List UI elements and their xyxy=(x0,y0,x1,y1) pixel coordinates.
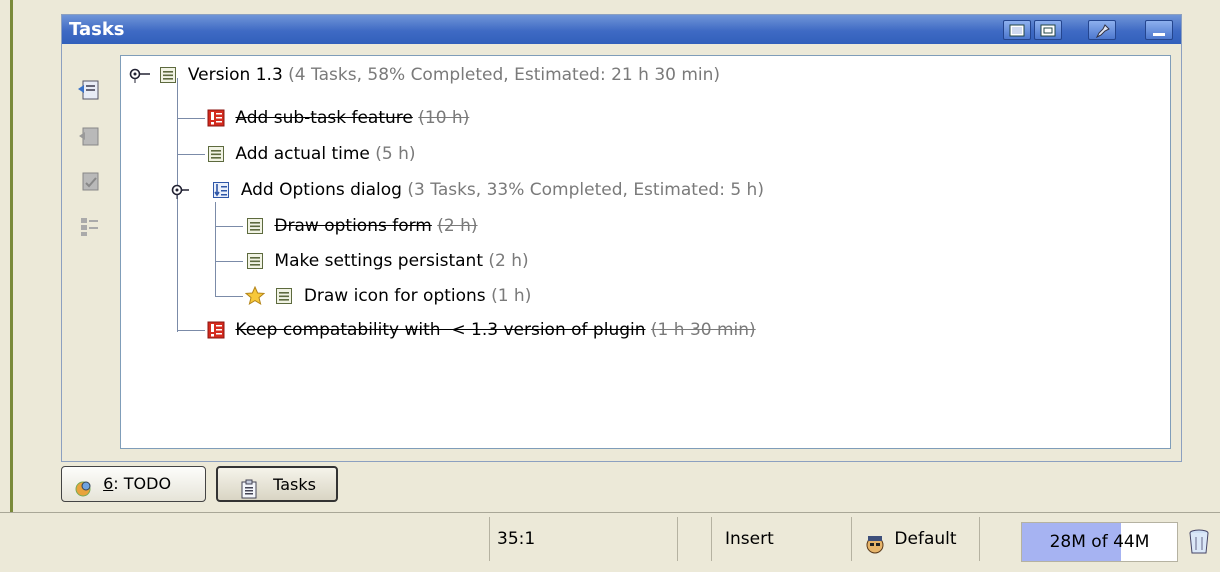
status-divider xyxy=(979,517,988,561)
inspector-icon xyxy=(864,528,886,554)
tree-node-detail: (2 h) xyxy=(437,216,478,236)
sorted-task-group-icon xyxy=(212,181,230,199)
task-icon xyxy=(275,287,293,305)
tree-node-label: Draw options form xyxy=(274,216,432,236)
left-edge xyxy=(0,0,24,570)
minimize-icon[interactable] xyxy=(1145,20,1173,40)
task-icon xyxy=(207,145,225,163)
tree-node-label: Add sub-task feature xyxy=(235,108,413,128)
memory-indicator[interactable]: 28M of 44M xyxy=(1021,522,1178,562)
sort-tasks-icon[interactable] xyxy=(77,214,101,238)
tree-node-label: Add actual time xyxy=(235,144,370,164)
status-bar: 35:1 Insert Default 28M of 44M xyxy=(0,512,1220,565)
tab-todo-label: : TODO xyxy=(113,474,172,493)
garbage-collect-icon[interactable] xyxy=(1186,527,1212,557)
tab-tasks-label: Tasks xyxy=(273,475,316,494)
insert-mode[interactable]: Insert xyxy=(711,517,865,561)
tool-window-titlebar: Tasks xyxy=(62,15,1181,44)
scheme-text: Default xyxy=(894,529,957,549)
status-spacer xyxy=(677,517,712,561)
high-priority-task-icon xyxy=(207,321,225,339)
tab-todo[interactable]: 6: TODO xyxy=(61,466,206,502)
caret-position[interactable]: 35:1 xyxy=(489,517,685,561)
tool-window-title: Tasks xyxy=(69,19,125,40)
tree-node-task[interactable]: Add sub-task feature (10 h) xyxy=(207,106,469,130)
tree-node-subtask[interactable]: Draw options form (2 h) xyxy=(246,214,478,238)
tree-node-task[interactable]: Add actual time (5 h) xyxy=(207,142,416,166)
task-tool-column xyxy=(62,45,120,460)
tree-node-label: Add Options dialog xyxy=(240,180,402,200)
tree-node-detail: (10 h) xyxy=(418,108,470,128)
caret-position-text: 35:1 xyxy=(497,529,536,549)
star-icon xyxy=(244,285,266,306)
tab-todo-mnemonic: 6 xyxy=(103,474,114,493)
tree-node-label: Version 1.3 xyxy=(187,65,283,85)
tasks-tool-window: Tasks Version 1.3 (4 Tasks, 58% Complete… xyxy=(61,14,1182,462)
task-icon xyxy=(246,217,264,235)
window-icon[interactable] xyxy=(1003,20,1031,40)
tree-node-label: Draw icon for options xyxy=(303,286,486,306)
tree-node-subtask[interactable]: Draw icon for options (1 h) xyxy=(244,284,532,308)
collapse-toggle-icon[interactable] xyxy=(129,66,151,84)
pin-icon[interactable] xyxy=(1088,20,1116,40)
todo-icon xyxy=(74,476,92,496)
tree-node-task[interactable]: Keep compatability with < 1.3 version of… xyxy=(207,318,756,342)
tree-node-detail: (3 Tasks, 33% Completed, Estimated: 5 h) xyxy=(407,180,764,200)
task-group-icon xyxy=(159,66,177,84)
tree-node-detail: (4 Tasks, 58% Completed, Estimated: 21 h… xyxy=(288,65,721,85)
edit-task-icon[interactable] xyxy=(77,124,101,148)
tree-node-detail: (1 h 30 min) xyxy=(650,320,756,340)
scheme-selector[interactable]: Default xyxy=(851,517,992,561)
complete-task-icon[interactable] xyxy=(77,169,101,193)
tree-node-root[interactable]: Version 1.3 (4 Tasks, 58% Completed, Est… xyxy=(129,63,720,87)
tree-node-subtask[interactable]: Make settings persistant (2 h) xyxy=(246,249,529,273)
task-tree[interactable]: Version 1.3 (4 Tasks, 58% Completed, Est… xyxy=(120,55,1171,449)
high-priority-task-icon xyxy=(207,109,225,127)
tree-node-detail: (2 h) xyxy=(488,251,529,271)
insert-mode-text: Insert xyxy=(725,529,774,549)
task-icon xyxy=(246,252,264,270)
tab-tasks[interactable]: Tasks xyxy=(216,466,338,502)
tree-node-label: Make settings persistant xyxy=(274,251,483,271)
window-bottom-edge xyxy=(0,564,1220,570)
collapse-toggle-icon[interactable] xyxy=(167,181,189,199)
restore-icon[interactable] xyxy=(1034,20,1062,40)
tree-node-detail: (5 h) xyxy=(375,144,416,164)
tree-node-task-group[interactable]: Add Options dialog (3 Tasks, 33% Complet… xyxy=(167,178,764,202)
memory-text: 28M of 44M xyxy=(1049,532,1150,552)
tree-node-label: Keep compatability with < 1.3 version of… xyxy=(235,320,646,340)
tasks-clipboard-icon xyxy=(240,477,258,498)
tree-node-detail: (1 h) xyxy=(491,286,532,306)
add-task-icon[interactable] xyxy=(77,78,101,102)
